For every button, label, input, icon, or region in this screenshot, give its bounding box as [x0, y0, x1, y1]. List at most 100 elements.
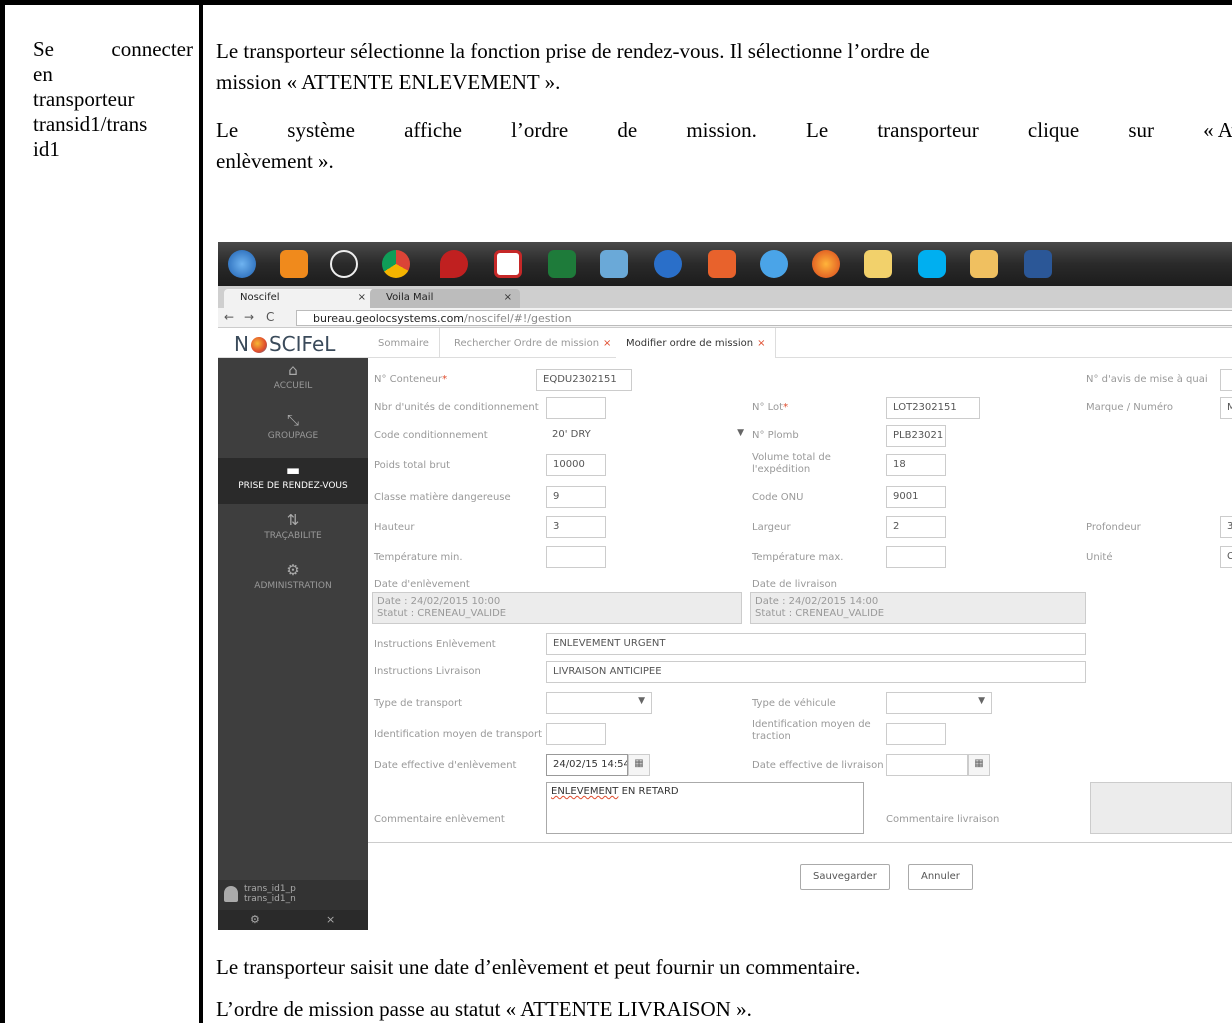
app-icon[interactable] — [600, 250, 628, 278]
browser-tab-noscifel[interactable]: Noscifel × — [224, 289, 374, 308]
calendar-icon[interactable]: ▦ — [968, 754, 990, 776]
url-host: bureau.geolocsystems.com — [313, 312, 465, 325]
home-icon: ⌂ — [288, 361, 298, 379]
instr-enl-input[interactable]: ENLEVEMENT URGENT — [546, 633, 1086, 655]
type-transport-select[interactable]: ▼ — [546, 692, 652, 714]
temp-min-input[interactable] — [546, 546, 606, 568]
folder-icon[interactable] — [864, 250, 892, 278]
comm-liv-label: Commentaire livraison — [886, 814, 1000, 825]
firefox-icon[interactable] — [812, 250, 840, 278]
code-cond-select[interactable]: 20' DRY ▼ — [546, 425, 750, 447]
code-cond-label: Code conditionnement — [374, 430, 488, 441]
unite-input[interactable]: C — [1220, 546, 1232, 568]
user-panel: trans_id1_p trans_id1_n — [218, 880, 368, 910]
cancel-button[interactable]: Annuler — [908, 864, 973, 890]
label-text: N° Conteneur — [374, 374, 443, 385]
comm-enl-textarea[interactable]: ENLEVEMENT EN RETARD — [546, 782, 864, 834]
type-vehicule-select[interactable]: ▼ — [886, 692, 992, 714]
excel-icon[interactable] — [548, 250, 576, 278]
conteneur-input[interactable]: EQDU2302151 — [536, 369, 632, 391]
lot-input[interactable]: LOT2302151 — [886, 397, 980, 419]
close-icon[interactable]: × — [757, 338, 765, 349]
nbr-unites-input[interactable] — [546, 397, 606, 419]
word: de — [617, 118, 638, 142]
profondeur-input[interactable]: 3 — [1220, 516, 1232, 538]
word-icon[interactable] — [1024, 250, 1052, 278]
skype-icon[interactable] — [918, 250, 946, 278]
word: affiche — [404, 118, 462, 142]
table-column-divider — [199, 0, 203, 1023]
close-icon[interactable]: × — [504, 292, 512, 303]
word: l’ordre — [511, 118, 569, 142]
ident-transport-input[interactable] — [546, 723, 606, 745]
pin-icon[interactable] — [440, 250, 468, 278]
clock-icon[interactable] — [330, 250, 358, 278]
label-text: l'expédition — [752, 464, 811, 475]
sidebar-item-label: PRISE DE RENDEZ-VOUS — [238, 481, 348, 491]
plomb-input[interactable]: PLB23021 — [886, 425, 946, 447]
step-text: id1 — [33, 137, 60, 161]
instr-enl-label: Instructions Enlèvement — [374, 639, 496, 650]
mission-order-form: N° Conteneur* EQDU2302151 N° d'avis de m… — [368, 358, 1232, 930]
onu-input[interactable]: 9001 — [886, 486, 946, 508]
chrome-icon[interactable] — [382, 250, 410, 278]
temp-max-input[interactable] — [886, 546, 946, 568]
logo-icon — [250, 337, 267, 353]
calendar-icon[interactable]: ▦ — [628, 754, 650, 776]
app-screenshot: Noscifel × Voila Mail × ← → C bureau.geolo… — [218, 242, 1232, 930]
tab-rechercher[interactable]: Rechercher Ordre de mission × — [444, 328, 623, 358]
ec-icon[interactable] — [708, 250, 736, 278]
required-marker: * — [442, 374, 448, 385]
sidebar-item-administration[interactable]: ⚙ ADMINISTRATION — [218, 558, 368, 604]
sidebar-item-groupage[interactable]: ⤡ GROUPAGE — [218, 408, 368, 454]
instr-liv-input[interactable]: LIVRAISON ANTICIPEE — [546, 661, 1086, 683]
avis-quai-input[interactable] — [1220, 369, 1232, 391]
largeur-input[interactable]: 2 — [886, 516, 946, 538]
app-header: N SCIFeL Sommaire Rechercher Ordre de mis… — [218, 328, 1232, 358]
date-liv-box: Date : 24/02/2015 14:00 Statut : CRENEAU_… — [750, 592, 1086, 624]
table-left-border — [0, 0, 5, 1023]
comm-liv-textarea[interactable] — [1090, 782, 1232, 834]
windows-taskbar — [218, 242, 1232, 286]
network-icon[interactable] — [654, 250, 682, 278]
poids-input[interactable]: 10000 — [546, 454, 606, 476]
date-eff-liv-input[interactable] — [886, 754, 968, 776]
ident-traction-label: Identification moyen de traction — [752, 719, 871, 743]
date-eff-enl-input[interactable]: 24/02/15 14:54 — [546, 754, 628, 776]
word: Le — [216, 118, 239, 142]
back-icon[interactable]: ← — [224, 310, 234, 324]
media-player-icon[interactable] — [280, 250, 308, 278]
tab-sommaire[interactable]: Sommaire — [368, 328, 440, 358]
type-vehicule-label: Type de véhicule — [752, 698, 836, 709]
sidebar-item-accueil[interactable]: ⌂ ACCUEIL — [218, 358, 368, 404]
paragraph-2-line-1: Le système affiche l’ordre de mission. L… — [216, 115, 1232, 146]
internet-explorer-icon[interactable] — [760, 250, 788, 278]
browser-tab-voila[interactable]: Voila Mail × — [370, 289, 520, 308]
chevron-down-icon: ▼ — [978, 696, 985, 706]
label-text: traction — [752, 731, 791, 742]
gear-icon[interactable]: ⚙ — [250, 913, 260, 926]
windows-start-icon[interactable] — [228, 250, 256, 278]
close-icon[interactable]: × — [603, 338, 611, 349]
classe-input[interactable]: 9 — [546, 486, 606, 508]
close-icon[interactable]: × — [358, 292, 366, 303]
url-field[interactable]: bureau.geolocsystems.com/noscifel/#!/ges… — [296, 310, 1232, 326]
profondeur-label: Profondeur — [1086, 522, 1141, 533]
marque-input[interactable]: M — [1220, 397, 1232, 419]
comm-enl-label: Commentaire enlèvement — [374, 814, 505, 825]
save-button[interactable]: Sauvegarder — [800, 864, 890, 890]
reload-icon[interactable]: C — [266, 310, 274, 324]
ident-transport-label: Identification moyen de transport — [374, 729, 543, 740]
volume-input[interactable]: 18 — [886, 454, 946, 476]
form-divider — [368, 842, 1232, 843]
acrobat-icon[interactable] — [494, 250, 522, 278]
tab-modifier[interactable]: Modifier ordre de mission × — [616, 328, 777, 358]
avatar — [224, 886, 238, 902]
outlook-icon[interactable] — [970, 250, 998, 278]
sidebar-item-tracabilite[interactable]: ⇅ TRAÇABILITE — [218, 508, 368, 554]
sidebar-item-prise-rdv[interactable]: ▬ PRISE DE RENDEZ-VOUS — [218, 458, 368, 504]
close-icon[interactable]: × — [326, 913, 335, 926]
ident-traction-input[interactable] — [886, 723, 946, 745]
forward-icon[interactable]: → — [244, 310, 254, 324]
hauteur-input[interactable]: 3 — [546, 516, 606, 538]
